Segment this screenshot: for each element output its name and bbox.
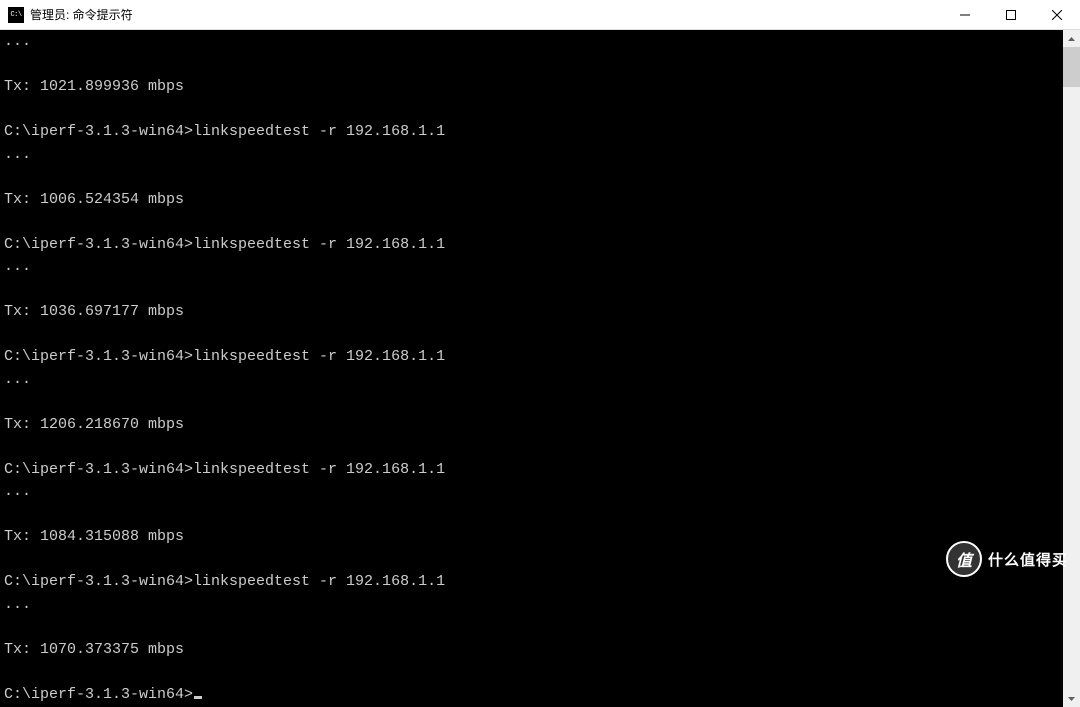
chevron-up-icon xyxy=(1068,37,1075,41)
titlebar[interactable]: C:\ 管理员: 命令提示符 xyxy=(0,0,1080,30)
vertical-scrollbar[interactable] xyxy=(1063,30,1080,707)
close-button[interactable] xyxy=(1034,0,1080,29)
minimize-button[interactable] xyxy=(942,0,988,29)
window-title: 管理员: 命令提示符 xyxy=(30,6,942,23)
terminal-cursor xyxy=(194,696,202,699)
watermark: 值 什么值得买 xyxy=(946,541,1068,577)
watermark-badge-icon: 值 xyxy=(946,541,982,577)
cmd-window: C:\ 管理员: 命令提示符 ... Tx: 1021.899936 mbps … xyxy=(0,0,1080,579)
terminal-output[interactable]: ... Tx: 1021.899936 mbps C:\iperf-3.1.3-… xyxy=(0,30,1063,707)
cmd-icon: C:\ xyxy=(8,7,24,23)
scroll-thumb[interactable] xyxy=(1063,47,1080,87)
content-area: ... Tx: 1021.899936 mbps C:\iperf-3.1.3-… xyxy=(0,30,1080,707)
scroll-down-button[interactable] xyxy=(1063,690,1080,707)
scroll-up-button[interactable] xyxy=(1063,30,1080,47)
window-controls xyxy=(942,0,1080,29)
close-icon xyxy=(1052,10,1062,20)
minimize-icon xyxy=(960,10,970,20)
watermark-text: 什么值得买 xyxy=(988,549,1068,570)
chevron-down-icon xyxy=(1068,697,1075,701)
maximize-icon xyxy=(1006,10,1016,20)
maximize-button[interactable] xyxy=(988,0,1034,29)
